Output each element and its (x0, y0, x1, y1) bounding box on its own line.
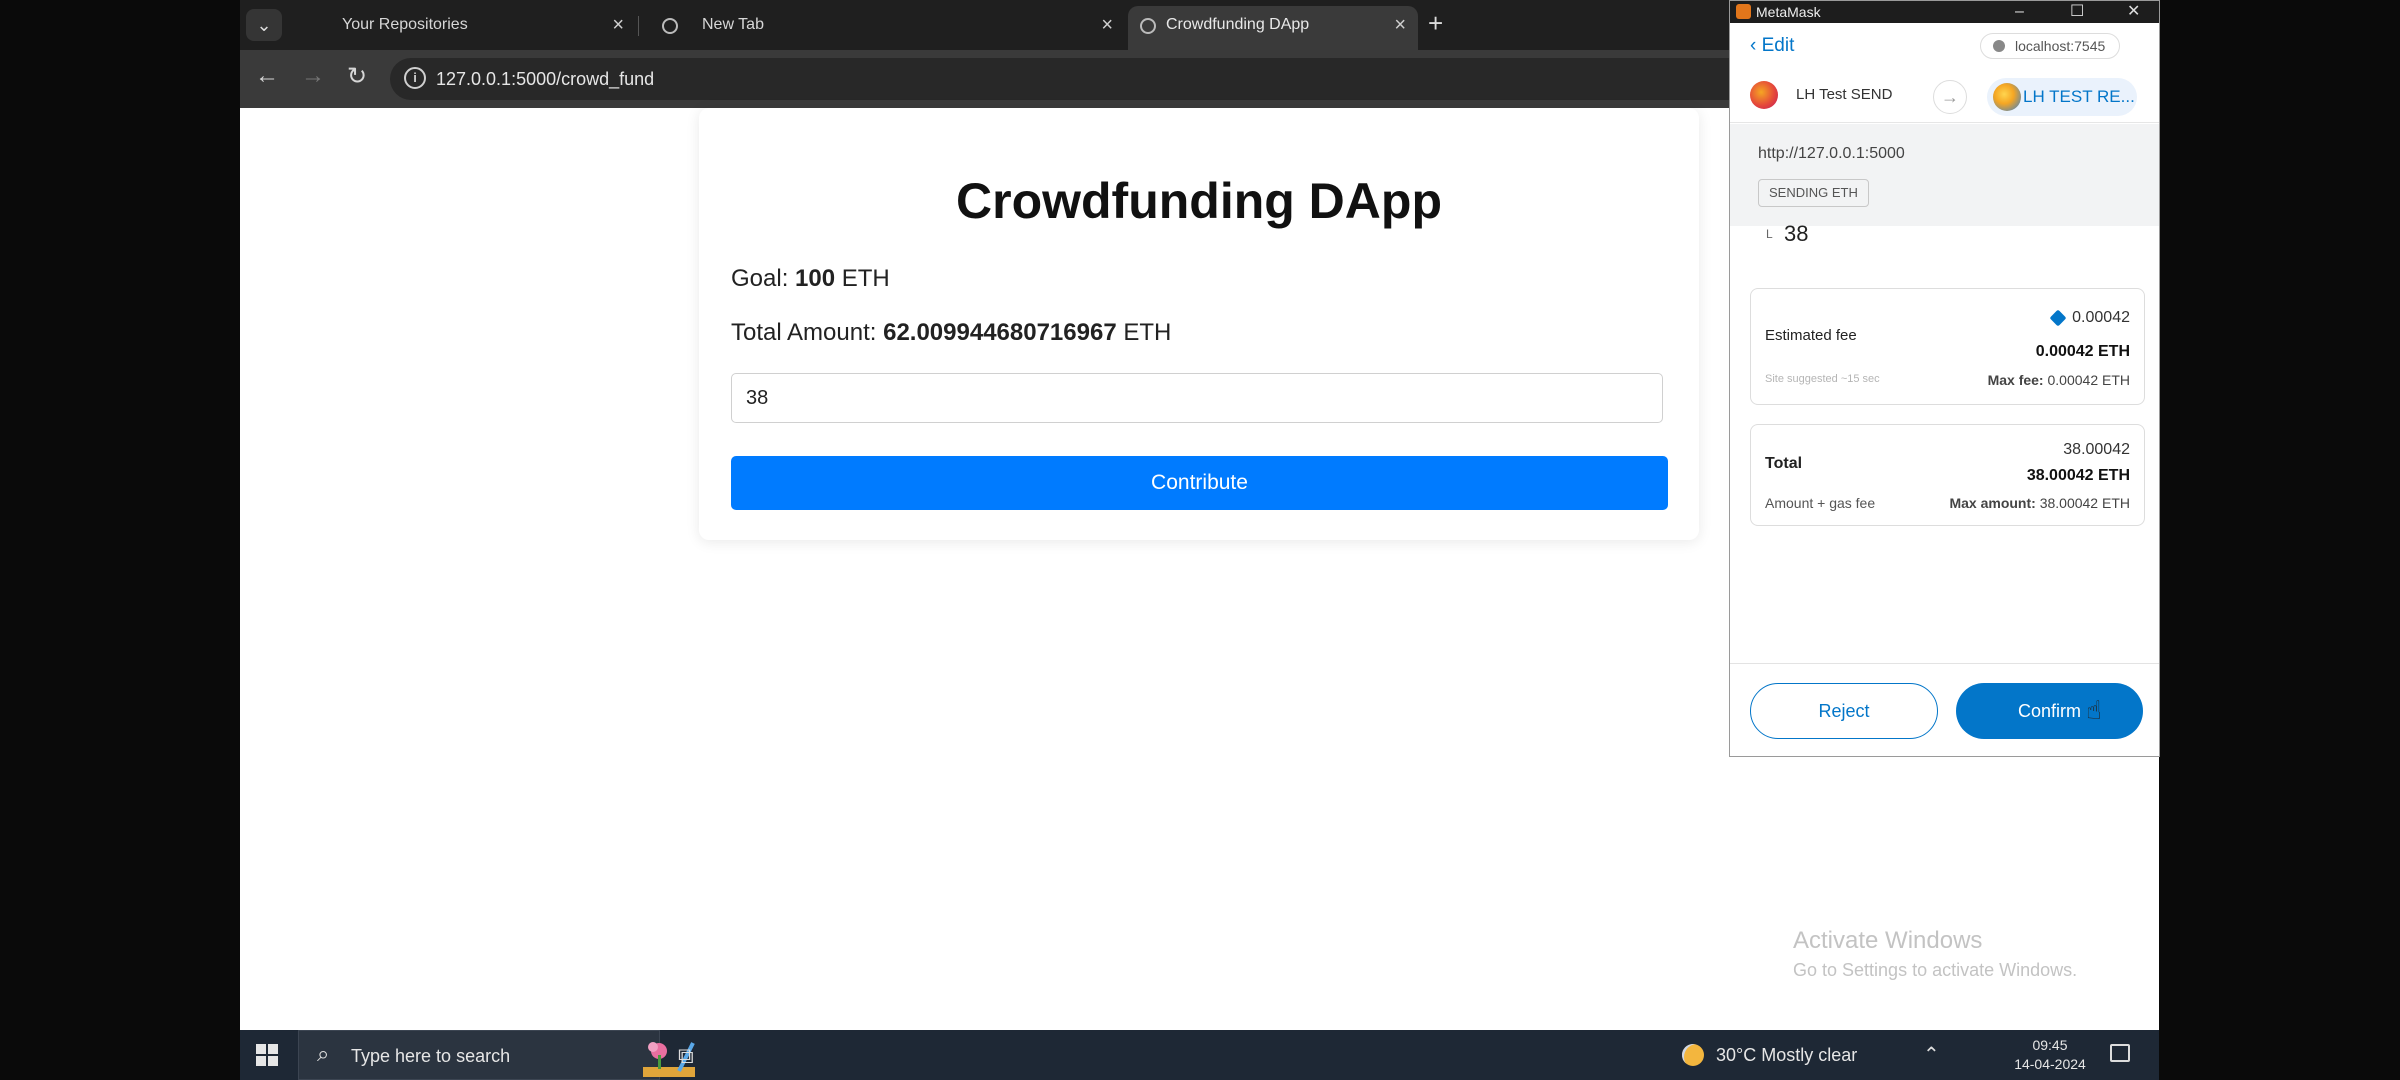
goal-value: 100 (795, 265, 836, 292)
search-icon: ⌕ (317, 1041, 330, 1066)
to-account-pill[interactable]: LH TEST RE... (1987, 78, 2137, 116)
total-value: 62.009944680716967 (883, 319, 1117, 346)
tab-divider (638, 16, 639, 36)
edit-button[interactable]: ‹ Edit (1750, 35, 1794, 57)
confirm-button[interactable]: Confirm (1956, 683, 2143, 739)
clock-date: 14-04-2024 (2014, 1056, 2086, 1072)
total-amount-line: Total Amount: 62.009944680716967 ETH (731, 319, 1171, 347)
contribute-button[interactable]: Contribute (731, 456, 1668, 510)
weather-widget[interactable]: 30°C Mostly clear (1682, 1030, 1858, 1080)
arrow-right-icon: → (1933, 80, 1967, 114)
total-sub-label: Amount + gas fee (1765, 495, 1876, 511)
total-unit: ETH (1123, 319, 1172, 346)
footer-divider (1730, 663, 2159, 664)
forward-arrow-icon[interactable]: → (296, 62, 330, 90)
address-bar[interactable]: i 127.0.0.1:5000/crowd_fund (390, 58, 1960, 100)
transaction-summary: http://127.0.0.1:5000 SENDING ETH (1730, 124, 2159, 226)
tab-title: Your Repositories (342, 16, 468, 33)
total-value-main: 38.00042 ETH (2026, 467, 2130, 484)
metamask-header: ‹ Edit localhost:7545 (1730, 23, 2159, 71)
minimize-icon[interactable]: – (2015, 1, 2024, 23)
site-info-icon[interactable]: i (404, 67, 426, 89)
tab-search-menu-icon[interactable]: ⌄ (246, 9, 282, 41)
to-account-avatar (1993, 83, 2021, 111)
total-value-top: 38.00042 (2063, 441, 2130, 458)
total-panel: Total 38.00042 38.00042 ETH Amount + gas… (1750, 424, 2145, 526)
goal-unit: ETH (841, 265, 890, 292)
metamask-popup: MetaMask – ☐ ✕ ‹ Edit localhost:7545 LH … (1729, 0, 2160, 757)
search-placeholder: Type here to search (351, 1046, 511, 1066)
network-origin-pill: localhost:7545 (1980, 33, 2121, 59)
weather-text: 30°C Mostly clear (1716, 1045, 1858, 1065)
globe-icon (1140, 18, 1156, 34)
total-label: Total (1765, 455, 1803, 472)
back-arrow-icon[interactable]: ← (250, 62, 284, 90)
new-tab-plus-icon[interactable]: + (1428, 8, 1443, 39)
activate-windows-subtitle: Go to Settings to activate Windows. (1793, 960, 2078, 980)
chevron-up-icon[interactable]: ⌃ (1923, 1042, 1940, 1067)
weather-icon (1682, 1044, 1704, 1066)
goal-line: Goal: 100 ETH (731, 265, 890, 293)
chrome-icon (662, 18, 678, 34)
tab-your-repositories[interactable]: Your Repositories × (286, 6, 636, 50)
clock-time: 09:45 (2032, 1037, 2068, 1053)
total-label: Total Amount: (731, 319, 877, 346)
close-icon[interactable]: × (1101, 6, 1113, 44)
max-amount-line: Max amount: 38.00042 ETH (1949, 495, 2130, 511)
fee-suggested: Site suggested ~15 sec (1765, 373, 1880, 385)
goal-label: Goal: (731, 265, 789, 292)
close-icon[interactable]: × (1394, 6, 1406, 44)
metamask-titlebar: MetaMask – ☐ ✕ (1730, 1, 2159, 23)
maximize-icon[interactable]: ☐ (2070, 1, 2084, 23)
reload-icon[interactable]: ↻ (340, 62, 374, 91)
tab-crowdfunding-dapp[interactable]: Crowdfunding DApp × (1128, 6, 1418, 50)
windows-taskbar: ⌕ Type here to search ⧉ 30°C Mostly clea… (240, 1030, 2159, 1080)
tab-title: New Tab (702, 16, 764, 33)
send-amount: 38 (1784, 221, 1809, 246)
reject-button[interactable]: Reject (1750, 683, 1938, 739)
site-origin-url: http://127.0.0.1:5000 (1758, 145, 1905, 162)
page-title: Crowdfunding DApp (956, 173, 1442, 229)
amount-prefix: L (1766, 227, 1773, 241)
notification-icon[interactable] (2110, 1044, 2130, 1062)
close-icon[interactable]: × (612, 6, 624, 44)
url-text: 127.0.0.1:5000/crowd_fund (436, 69, 655, 89)
from-account-avatar (1750, 81, 1778, 109)
close-icon[interactable]: ✕ (2127, 1, 2140, 23)
activate-windows-title: Activate Windows (1793, 927, 1983, 954)
network-status-icon (1993, 40, 2005, 52)
estimated-fee-panel: Estimated fee 0.00042 0.00042 ETH Site s… (1750, 288, 2145, 405)
action-badge: SENDING ETH (1758, 179, 1869, 207)
chevron-left-icon: ‹ (1750, 35, 1757, 56)
desktop-stage: ⌄ Your Repositories × New Tab × Crowdfun… (0, 0, 2400, 1080)
tab-title: Crowdfunding DApp (1166, 16, 1310, 33)
task-view-icon[interactable]: ⧉ (678, 1043, 694, 1069)
contribution-amount-input[interactable] (731, 373, 1663, 423)
taskbar-search-box[interactable]: ⌕ Type here to search (298, 1030, 695, 1080)
account-transfer-row: LH Test SEND → LH TEST RE... (1730, 71, 2159, 123)
fee-label: Estimated fee (1765, 327, 1857, 344)
windows-start-icon[interactable] (256, 1044, 278, 1066)
pencil-icon (2049, 309, 2067, 327)
fee-value-main: 0.00042 ETH (2035, 343, 2130, 360)
taskbar-clock[interactable]: 09:45 14-04-2024 (2010, 1036, 2090, 1074)
tab-new-tab[interactable]: New Tab × (640, 6, 1125, 50)
from-account-name[interactable]: LH Test SEND (1796, 86, 1892, 103)
metamask-fox-icon (1736, 4, 1751, 19)
hand-cursor-icon: ☝ (2086, 695, 2102, 725)
to-account-name: LH TEST RE... (2023, 87, 2135, 106)
crowdfund-card: Crowdfunding DApp Goal: 100 ETH Total Am… (699, 108, 1699, 540)
window-title: MetaMask (1756, 4, 1821, 20)
fee-value-top[interactable]: 0.00042 (2049, 309, 2130, 327)
max-fee-line: Max fee: 0.00042 ETH (1987, 372, 2130, 388)
